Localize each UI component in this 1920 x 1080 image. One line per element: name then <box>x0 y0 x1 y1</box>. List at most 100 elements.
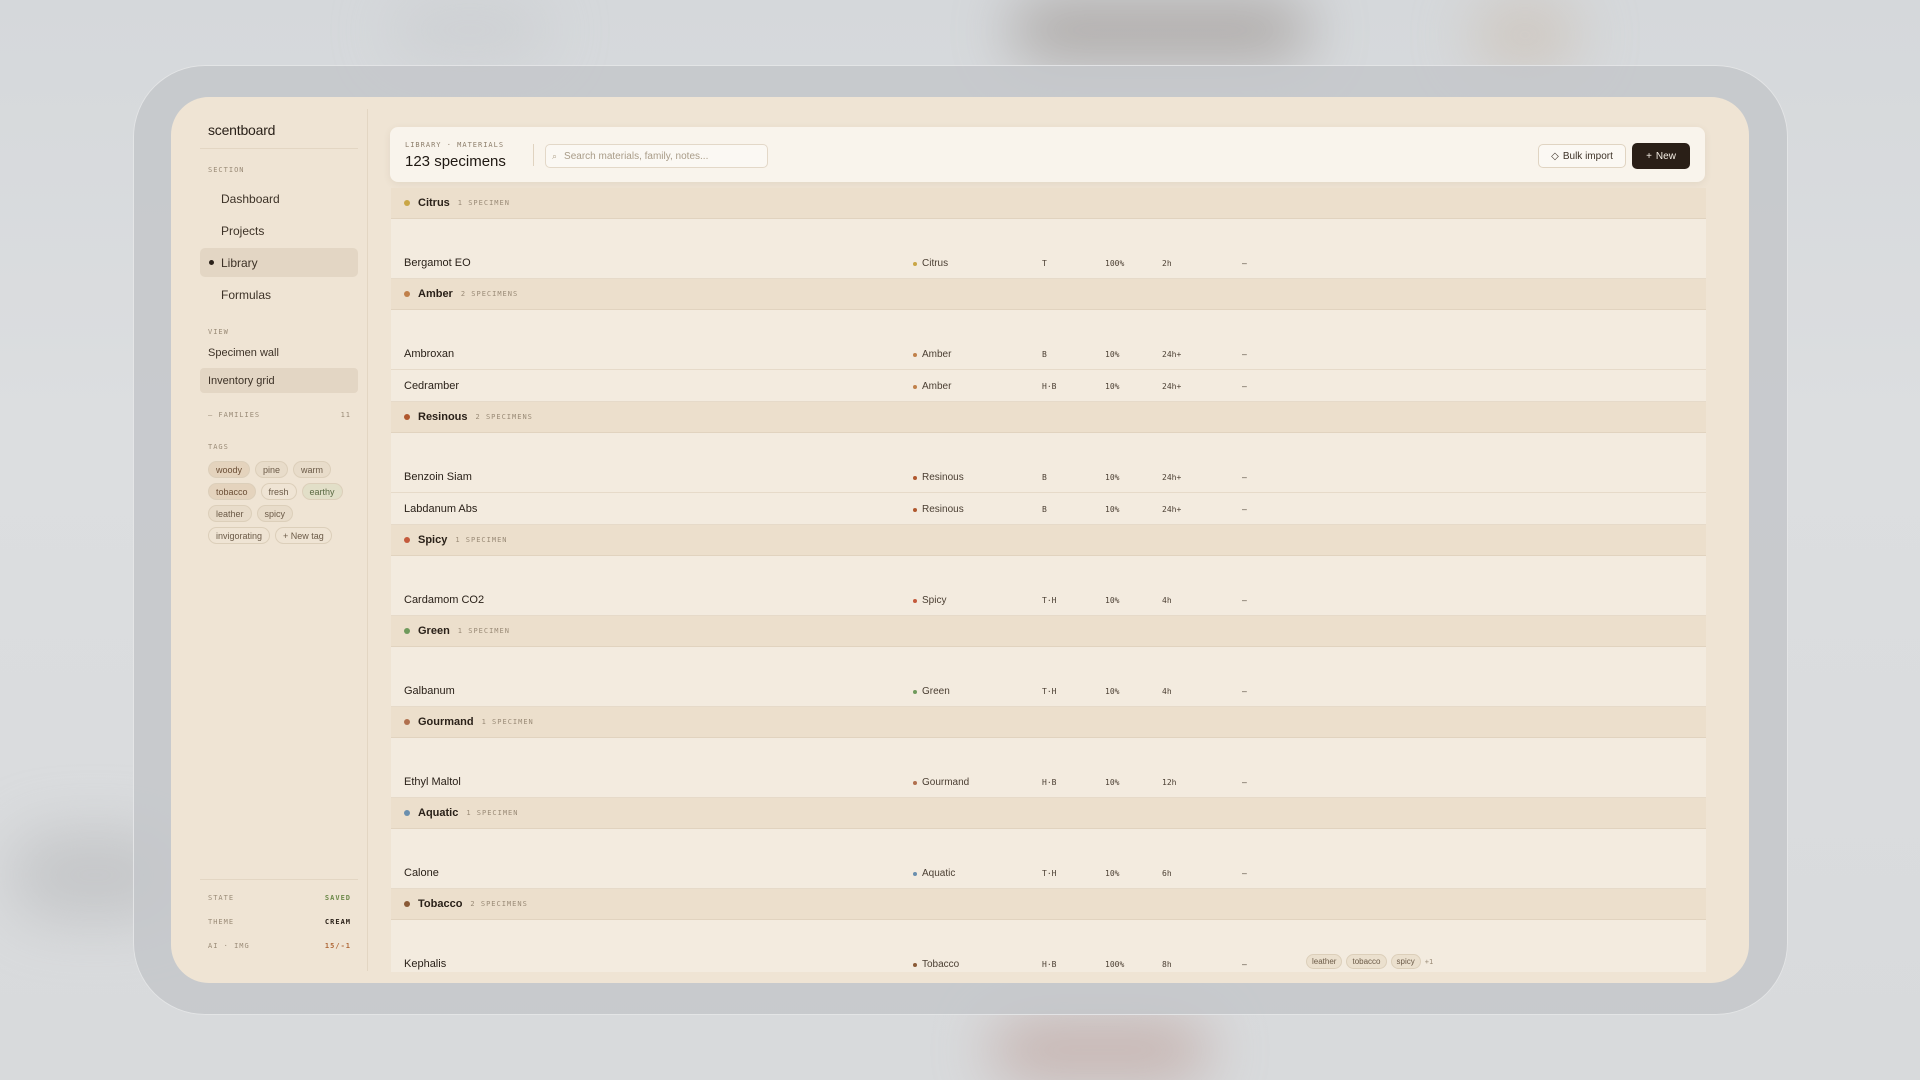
row-tag-chip[interactable]: tobacco <box>1346 954 1387 969</box>
group-count: 1 SPECIMEN <box>455 536 508 544</box>
search-box[interactable]: ⌕ <box>545 144 768 168</box>
table-row[interactable]: Bergamot EO Citrus T 100% 2h – <box>391 247 1706 279</box>
material-name: Galbanum <box>404 685 455 697</box>
view-item-inventory-grid[interactable]: Inventory grid <box>200 368 358 393</box>
bulk-import-label: Bulk import <box>1562 150 1613 162</box>
family-dot-icon <box>404 628 410 634</box>
tag-chip[interactable]: tobacco <box>208 483 256 500</box>
group-header-resinous[interactable]: Resinous 2 SPECIMENS <box>391 402 1706 433</box>
background-blur <box>1010 0 1310 60</box>
bulk-import-button[interactable]: ◇ Bulk import <box>1538 144 1626 168</box>
material-name: Cedramber <box>404 380 460 392</box>
material-name: Labdanum Abs <box>404 503 478 515</box>
group-header-gourmand[interactable]: Gourmand 1 SPECIMEN <box>391 707 1706 738</box>
longevity: 4h <box>1162 687 1172 696</box>
longevity: 24h+ <box>1162 350 1182 359</box>
tag-chip[interactable]: fresh <box>260 483 297 500</box>
more-tags-count: +1 <box>1424 957 1434 966</box>
tag-chip[interactable]: woody <box>208 461 251 478</box>
table-row[interactable]: Labdanum Abs Resinous B 10% 24h+ – <box>391 493 1706 525</box>
family-label: Amber <box>922 381 952 392</box>
tag-chip[interactable]: invigorating <box>208 527 271 544</box>
group-spacer <box>391 738 1706 766</box>
note-position: T·H <box>1042 596 1057 605</box>
group-count: 1 SPECIMEN <box>457 627 510 635</box>
sidebar-item-formulas[interactable]: Formulas <box>200 280 358 309</box>
families-toggle[interactable]: – FAMILIES 11 <box>208 411 351 419</box>
table-row[interactable]: Galbanum Green T·H 10% 4h – <box>391 675 1706 707</box>
material-name: Bergamot EO <box>404 257 471 269</box>
table-row[interactable]: Benzoin Siam Resinous B 10% 24h+ – <box>391 461 1706 493</box>
empty-cell: – <box>1242 960 1247 969</box>
footer-key: THEME <box>208 918 235 926</box>
group-spacer <box>391 647 1706 675</box>
note-position: H·B <box>1042 960 1057 969</box>
footer-row-state: STATE SAVED <box>208 894 351 902</box>
sidebar-item-library[interactable]: Library <box>200 248 358 277</box>
tag-chip[interactable]: pine <box>255 461 289 478</box>
new-tag-button[interactable]: + New tag <box>275 527 332 544</box>
group-header-aquatic[interactable]: Aquatic 1 SPECIMEN <box>391 798 1706 829</box>
table-row[interactable]: Ethyl Maltol Gourmand H·B 10% 12h – <box>391 766 1706 798</box>
family-cell: Resinous <box>913 504 964 515</box>
sidebar-item-projects[interactable]: Projects <box>200 216 358 245</box>
view-item-specimen-wall[interactable]: Specimen wall <box>200 340 358 365</box>
dilution: 10% <box>1105 350 1120 359</box>
material-name: Calone <box>404 867 439 879</box>
family-dot-icon <box>913 871 917 876</box>
dilution: 10% <box>1105 869 1120 878</box>
tag-list: woody pine warm tobacco fresh earthy leather sp… <box>208 461 358 544</box>
group-header-citrus[interactable]: Citrus 1 SPECIMEN <box>391 188 1706 219</box>
sidebar-item-label: Projects <box>221 223 265 238</box>
longevity: 24h+ <box>1162 473 1182 482</box>
group-name: Spicy <box>418 534 448 546</box>
family-dot-icon <box>404 200 410 206</box>
family-cell: Gourmand <box>913 777 969 788</box>
sidebar: scentboard SECTION Dashboard Projects Libr… <box>171 97 368 983</box>
tag-chip[interactable]: earthy <box>301 483 343 500</box>
group-count: 2 SPECIMENS <box>460 290 519 298</box>
sidebar-item-label: Library <box>221 255 258 270</box>
new-button[interactable]: + New <box>1632 143 1690 169</box>
page-title: 123 specimens <box>405 153 506 170</box>
group-header-tobacco[interactable]: Tobacco 2 SPECIMENS <box>391 889 1706 920</box>
family-label: Gourmand <box>922 777 970 788</box>
group-name: Gourmand <box>418 716 474 728</box>
group-header-green[interactable]: Green 1 SPECIMEN <box>391 616 1706 647</box>
dilution: 10% <box>1105 596 1120 605</box>
tag-chip[interactable]: warm <box>293 461 332 478</box>
table-row[interactable]: Cardamom CO2 Spicy T·H 10% 4h – <box>391 584 1706 616</box>
group-spacer <box>391 556 1706 584</box>
footer-divider <box>200 879 358 880</box>
family-dot-icon <box>404 291 410 297</box>
longevity: 8h <box>1162 960 1172 969</box>
group-spacer <box>391 829 1706 857</box>
search-input[interactable] <box>564 150 755 162</box>
group-name: Amber <box>418 288 453 300</box>
row-tag-chip[interactable]: leather <box>1306 954 1343 969</box>
families-count: 11 <box>340 411 351 419</box>
family-cell: Aquatic <box>913 868 955 879</box>
table-row[interactable]: Ambroxan Amber B 10% 24h+ – <box>391 338 1706 370</box>
row-tag-chip[interactable]: spicy <box>1390 954 1421 969</box>
family-label: Resinous <box>922 472 964 483</box>
sidebar-divider <box>367 109 368 971</box>
table-row[interactable]: Cedramber Amber H·B 10% 24h+ – <box>391 370 1706 402</box>
tag-chip[interactable]: spicy <box>256 505 294 522</box>
family-dot-icon <box>913 962 917 967</box>
table-row[interactable]: Kephalis Tobacco H·B 100% 8h – leather tobacco s… <box>391 948 1706 972</box>
sidebar-item-dashboard[interactable]: Dashboard <box>200 184 358 213</box>
empty-cell: – <box>1242 687 1247 696</box>
group-header-amber[interactable]: Amber 2 SPECIMENS <box>391 279 1706 310</box>
table-row[interactable]: Calone Aquatic T·H 10% 6h – <box>391 857 1706 889</box>
family-cell: Resinous <box>913 472 964 483</box>
group-header-spicy[interactable]: Spicy 1 SPECIMEN <box>391 525 1706 556</box>
group-name: Resinous <box>418 411 468 423</box>
group-spacer <box>391 310 1706 338</box>
view-item-label: Inventory grid <box>208 374 275 387</box>
note-position: T <box>1042 259 1047 268</box>
group-name: Green <box>418 625 450 637</box>
family-cell: Tobacco <box>913 959 959 970</box>
tag-chip[interactable]: leather <box>208 505 252 522</box>
family-label: Aquatic <box>922 868 956 879</box>
